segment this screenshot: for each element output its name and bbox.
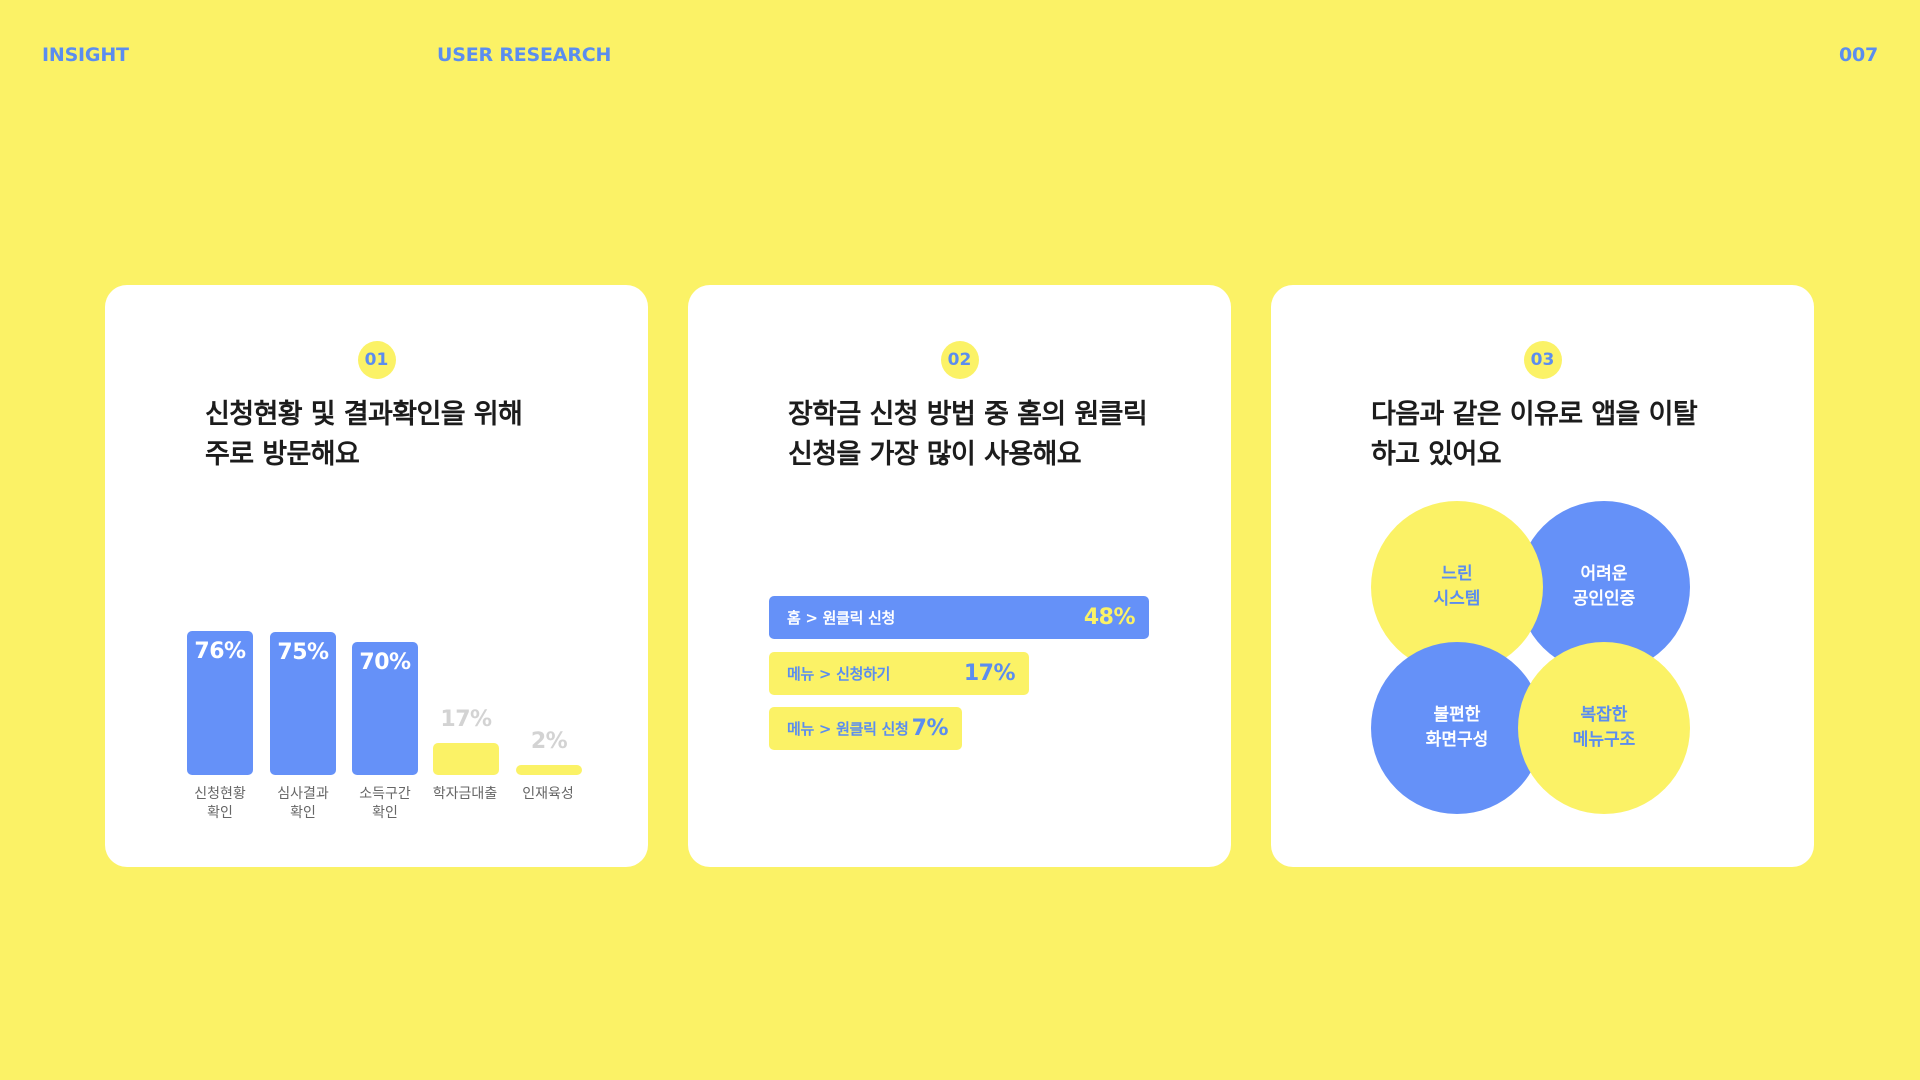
insight-card-3: 03 다음과 같은 이유로 앱을 이탈 하고 있어요 느린 시스템 어려운 공인… xyxy=(1271,285,1814,867)
hbar-value-label: 7% xyxy=(911,716,949,741)
apply-method-bar-chart: 홈 > 원클릭 신청 48% 메뉴 > 신청하기 17% 메뉴 > 원클릭 신청 7% xyxy=(688,285,1231,867)
hbar-category-label: 메뉴 > 원클릭 신청 xyxy=(787,720,909,738)
insight-card-1: 01 신청현황 및 결과확인을 위해 주로 방문해요 76% 신청현황 확인 75%… xyxy=(105,285,648,867)
card-title-line: 다음과 같은 이유로 앱을 이탈 xyxy=(1371,399,1698,430)
bar-value-label: 75% xyxy=(277,640,329,665)
bar-value-label: 76% xyxy=(194,639,246,664)
card-number-badge: 03 xyxy=(1523,341,1562,379)
hbar: 메뉴 > 신청하기 17% xyxy=(769,652,1029,695)
section-label: INSIGHT xyxy=(42,44,129,66)
bar-value-label: 2% xyxy=(530,729,568,754)
bar-category-label: 인재육성 xyxy=(522,786,574,802)
bar-value-label: 70% xyxy=(359,650,411,675)
page-number: 007 xyxy=(1838,44,1878,66)
hbar: 메뉴 > 원클릭 신청 7% xyxy=(769,707,962,750)
bar-category-label: 소득구간 확인 xyxy=(359,786,411,821)
hbar-category-label: 메뉴 > 신청하기 xyxy=(787,665,891,683)
bar-category-label: 신청현황 확인 xyxy=(194,786,246,821)
bar-category-label: 학자금대출 xyxy=(432,786,498,802)
hbar-category-label: 홈 > 원클릭 신청 xyxy=(787,609,896,627)
hbar-value-label: 17% xyxy=(963,661,1016,686)
bar-category-label: 심사결과 확인 xyxy=(277,786,329,821)
slide: INSIGHT USER RESEARCH 007 01 신청현황 및 결과확인… xyxy=(0,0,1920,1080)
bar xyxy=(516,765,582,775)
insight-card-2: 02 장학금 신청 방법 중 홈의 원클릭 신청을 가장 많이 사용해요 홈 >… xyxy=(688,285,1231,867)
bar xyxy=(433,743,499,775)
hbar-value-label: 48% xyxy=(1083,605,1136,630)
hbar: 홈 > 원클릭 신청 48% xyxy=(769,596,1149,639)
reason-circle-complex-menu: 복잡한 메뉴구조 xyxy=(1518,642,1690,814)
visit-purpose-bar-chart: 76% 신청현황 확인 75% 심사결과 확인 70% 소득구간 확인 17% 학자금대출 2%… xyxy=(105,285,648,867)
card-title-line: 하고 있어요 xyxy=(1371,439,1502,470)
topic-label: USER RESEARCH xyxy=(437,44,612,66)
bar-value-label: 17% xyxy=(440,707,492,732)
card-title: 다음과 같은 이유로 앱을 이탈 하고 있어요 xyxy=(1371,395,1791,475)
